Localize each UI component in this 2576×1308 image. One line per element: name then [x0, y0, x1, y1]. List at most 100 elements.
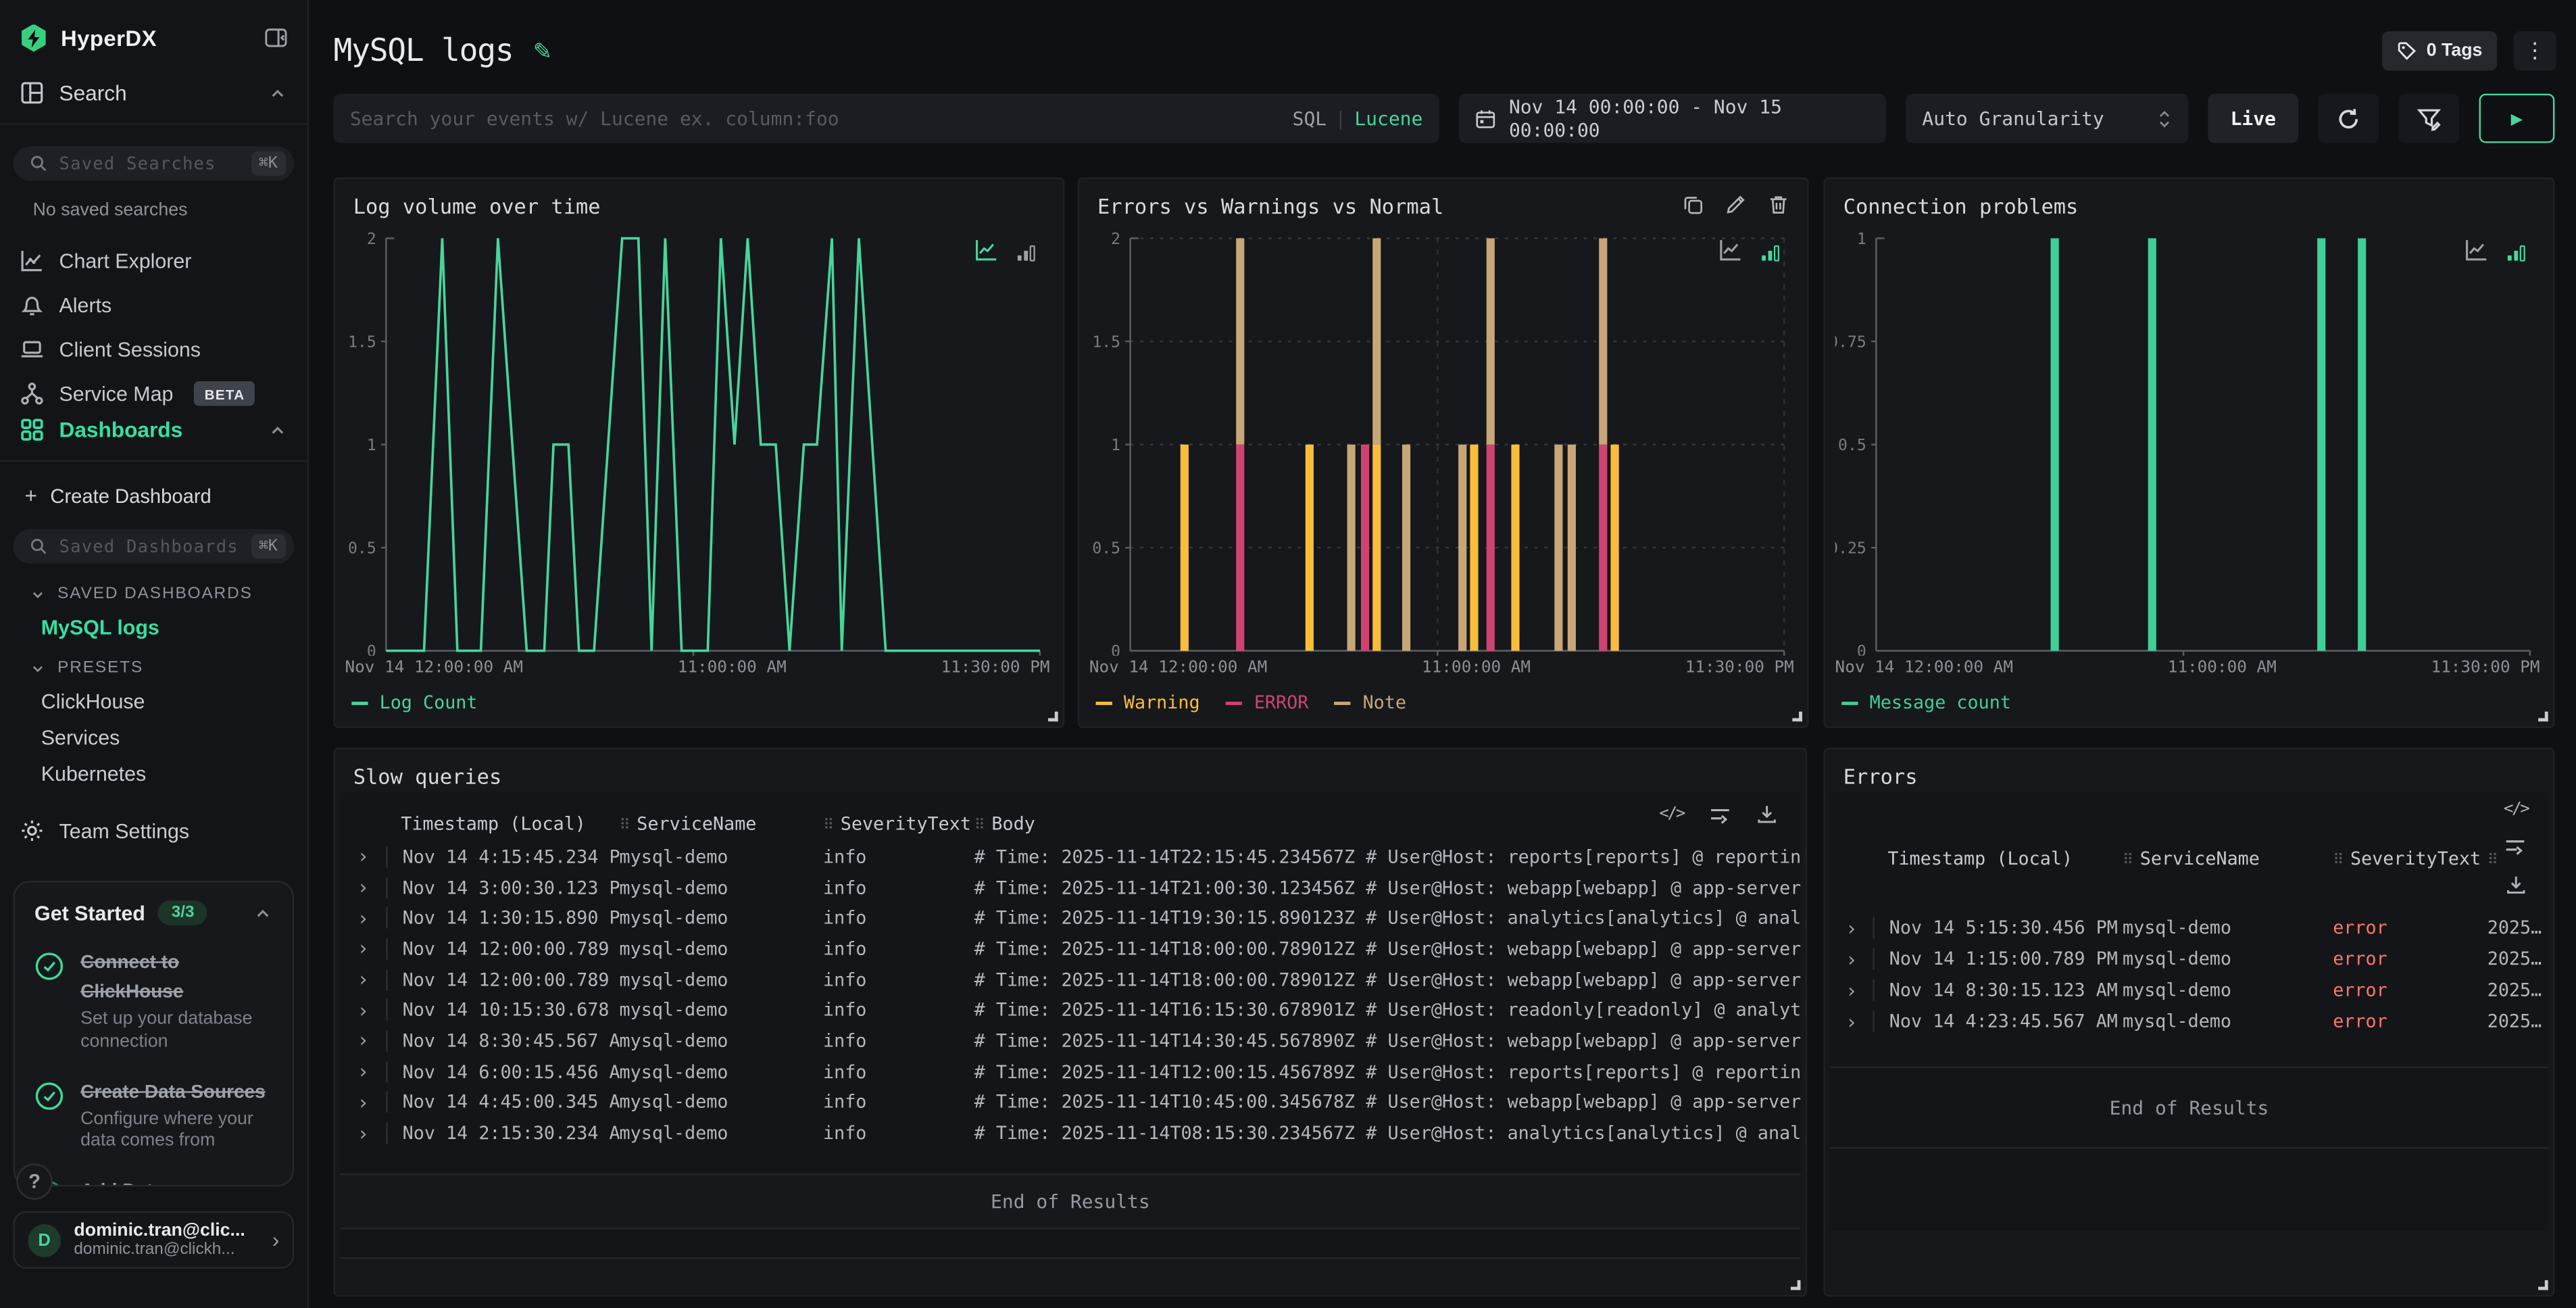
table-row[interactable]: › Nov 14 4:45:00.345 AM mysql-demo info … — [340, 1087, 1800, 1117]
get-started-step-sources[interactable]: Create Data Sources Configure where your… — [34, 1075, 273, 1153]
legend-item[interactable]: Message count — [1841, 692, 2011, 714]
sidebar-item-dashboards[interactable]: Dashboards — [0, 426, 307, 462]
column-timestamp[interactable]: Timestamp (Local) — [1873, 847, 2123, 869]
date-range-input[interactable]: Nov 14 00:00:00 - Nov 15 00:00:00 — [1459, 94, 1886, 143]
table-row[interactable]: › Nov 14 1:15:00.789 PM mysql-demo error… — [1830, 943, 2548, 974]
create-dashboard-button[interactable]: + Create Dashboard — [24, 483, 307, 508]
table-row[interactable]: › Nov 14 12:00:00.789 PM mysql-demo info… — [340, 964, 1800, 994]
row-expander-icon[interactable]: › — [1830, 916, 1873, 939]
saved-dashboards-input[interactable]: Saved Dashboards ⌘K — [13, 529, 294, 564]
drag-handle-icon[interactable]: ⠿ — [2123, 852, 2133, 869]
edit-title-icon[interactable]: ✎ — [533, 37, 553, 65]
table-row[interactable]: › Nov 14 2:15:30.234 AM mysql-demo info … — [340, 1118, 1800, 1148]
column-servicename[interactable]: ⠿ServiceName — [620, 813, 817, 834]
saved-dashboards-section[interactable]: SAVED DASHBOARDS — [30, 585, 307, 603]
table-row[interactable]: › Nov 14 10:15:30.678 AM mysql-demo info… — [340, 995, 1800, 1025]
saved-searches-input[interactable]: Saved Searches ⌘K — [13, 146, 294, 180]
help-button[interactable]: ? — [16, 1163, 52, 1199]
row-expander-icon[interactable]: › — [340, 1030, 386, 1052]
tags-button[interactable]: 0 Tags — [2382, 31, 2497, 70]
column-severitytext[interactable]: ⠿SeverityText — [2326, 847, 2487, 869]
legend-item[interactable]: Note — [1335, 692, 1406, 714]
table-row[interactable]: › Nov 14 12:00:00.789 PM mysql-demo info… — [340, 934, 1800, 964]
panel-title: Log volume over time — [353, 194, 601, 218]
download-icon[interactable] — [2505, 874, 2527, 896]
granularity-select[interactable]: Auto Granularity — [1906, 94, 2188, 143]
row-expander-icon[interactable]: › — [340, 999, 386, 1022]
sidebar-collapse-icon[interactable] — [264, 26, 287, 49]
table-row[interactable]: › Nov 14 4:23:45.567 AM mysql-demo error… — [1830, 1006, 2548, 1037]
table-row[interactable]: › Nov 14 6:00:15.456 AM mysql-demo info … — [340, 1057, 1800, 1087]
drag-handle-icon[interactable]: ⠿ — [620, 817, 630, 833]
chart-plot[interactable]: 00.511.52 — [1089, 228, 1798, 656]
kebab-menu-button[interactable]: ⋮ — [2514, 31, 2556, 70]
lucene-mode-toggle[interactable]: Lucene — [1354, 107, 1422, 130]
get-started-step-connect[interactable]: Connect to ClickHouse Set up your databa… — [34, 946, 273, 1054]
sidebar-item-services[interactable]: Services — [41, 727, 307, 750]
sidebar-item-search[interactable]: Search — [0, 89, 307, 124]
table-row[interactable]: › Nov 14 5:15:30.456 PM mysql-demo error… — [1830, 912, 2548, 943]
drag-handle-icon[interactable]: ⠿ — [823, 817, 834, 833]
row-expander-icon[interactable]: › — [340, 1121, 386, 1144]
delete-icon[interactable] — [1768, 194, 1789, 216]
presets-section[interactable]: PRESETS — [30, 659, 307, 677]
legend-item[interactable]: Log Count — [351, 692, 477, 714]
sidebar-item-team-settings[interactable]: Team Settings — [0, 819, 307, 843]
sidebar-item-clickhouse[interactable]: ClickHouse — [41, 690, 307, 713]
column-severitytext[interactable]: ⠿SeverityText — [816, 813, 974, 834]
column-body[interactable]: ⠿ — [2487, 847, 2548, 869]
table-row[interactable]: › Nov 14 1:30:15.890 PM mysql-demo info … — [340, 903, 1800, 934]
drag-handle-icon[interactable]: ⠿ — [2487, 852, 2498, 869]
event-search-input[interactable]: Search your events w/ Lucene ex. column:… — [334, 94, 1439, 143]
resize-handle[interactable] — [2538, 1280, 2548, 1290]
table-row[interactable]: › Nov 14 8:30:15.123 AM mysql-demo error… — [1830, 975, 2548, 1006]
sidebar-item-client-sessions[interactable]: Client Sessions — [0, 327, 307, 372]
legend-item[interactable]: Warning — [1096, 692, 1200, 714]
row-expander-icon[interactable]: › — [340, 845, 386, 868]
column-body[interactable]: ⠿Body — [974, 813, 1801, 834]
run-query-button[interactable]: ▶ — [2479, 94, 2555, 143]
chevron-up-icon[interactable] — [268, 420, 287, 439]
chevron-down-icon — [30, 586, 46, 602]
chevron-up-icon[interactable] — [268, 83, 287, 103]
row-expander-icon[interactable]: › — [1830, 948, 1873, 971]
view-source-icon[interactable]: </> — [2504, 800, 2529, 819]
sql-mode-toggle[interactable]: SQL — [1293, 107, 1327, 130]
resize-handle[interactable] — [1792, 712, 1802, 722]
refresh-button[interactable] — [2318, 94, 2379, 143]
drag-handle-icon[interactable]: ⠿ — [974, 817, 985, 833]
row-expander-icon[interactable]: › — [1830, 979, 1873, 1002]
chart-plot[interactable]: 00.250.50.751 — [1835, 228, 2544, 656]
resize-handle[interactable] — [2538, 712, 2548, 722]
drag-handle-icon[interactable]: ⠿ — [2333, 852, 2344, 869]
row-expander-icon[interactable]: › — [340, 1060, 386, 1083]
table-row[interactable]: › Nov 14 3:00:30.123 PM mysql-demo info … — [340, 872, 1800, 902]
resize-handle[interactable] — [1048, 712, 1058, 722]
row-expander-icon[interactable]: › — [340, 906, 386, 929]
get-started-card: Get Started 3/3 Connect to ClickHouse Se… — [13, 881, 294, 1186]
table-row[interactable]: › Nov 14 4:15:45.234 PM mysql-demo info … — [340, 842, 1800, 872]
row-expander-icon[interactable]: › — [340, 876, 386, 899]
row-expander-icon[interactable]: › — [340, 938, 386, 961]
row-expander-icon[interactable]: › — [340, 1091, 386, 1114]
row-expander-icon[interactable]: › — [1830, 1010, 1873, 1033]
legend-item[interactable]: ERROR — [1226, 692, 1308, 714]
edit-icon[interactable] — [1725, 194, 1747, 216]
duplicate-icon[interactable] — [1682, 194, 1704, 216]
user-menu[interactable]: D dominic.tran@clic... dominic.tran@clic… — [13, 1211, 294, 1269]
filter-button[interactable] — [2398, 94, 2459, 143]
live-button[interactable]: Live — [2208, 94, 2298, 143]
table-row[interactable]: › Nov 14 8:30:45.567 AM mysql-demo info … — [340, 1025, 1800, 1056]
sidebar-item-alerts[interactable]: Alerts — [0, 283, 307, 327]
sidebar-item-chart-explorer[interactable]: Chart Explorer — [0, 239, 307, 283]
sidebar-item-service-map[interactable]: Service Map BETA — [0, 371, 307, 416]
sidebar-item-mysql-logs[interactable]: MySQL logs — [41, 616, 307, 639]
column-servicename[interactable]: ⠿ServiceName — [2123, 847, 2326, 869]
column-timestamp[interactable]: Timestamp (Local) — [386, 813, 619, 834]
resize-handle[interactable] — [1791, 1280, 1801, 1290]
row-expander-icon[interactable]: › — [340, 968, 386, 991]
get-started-step-add-data[interactable]: Add Data Start sending logs, metrics, or… — [34, 1175, 273, 1186]
sidebar-item-kubernetes[interactable]: Kubernetes — [41, 762, 307, 785]
chart-plot[interactable]: 00.511.52 — [345, 228, 1054, 656]
chevron-up-icon[interactable] — [253, 903, 272, 923]
